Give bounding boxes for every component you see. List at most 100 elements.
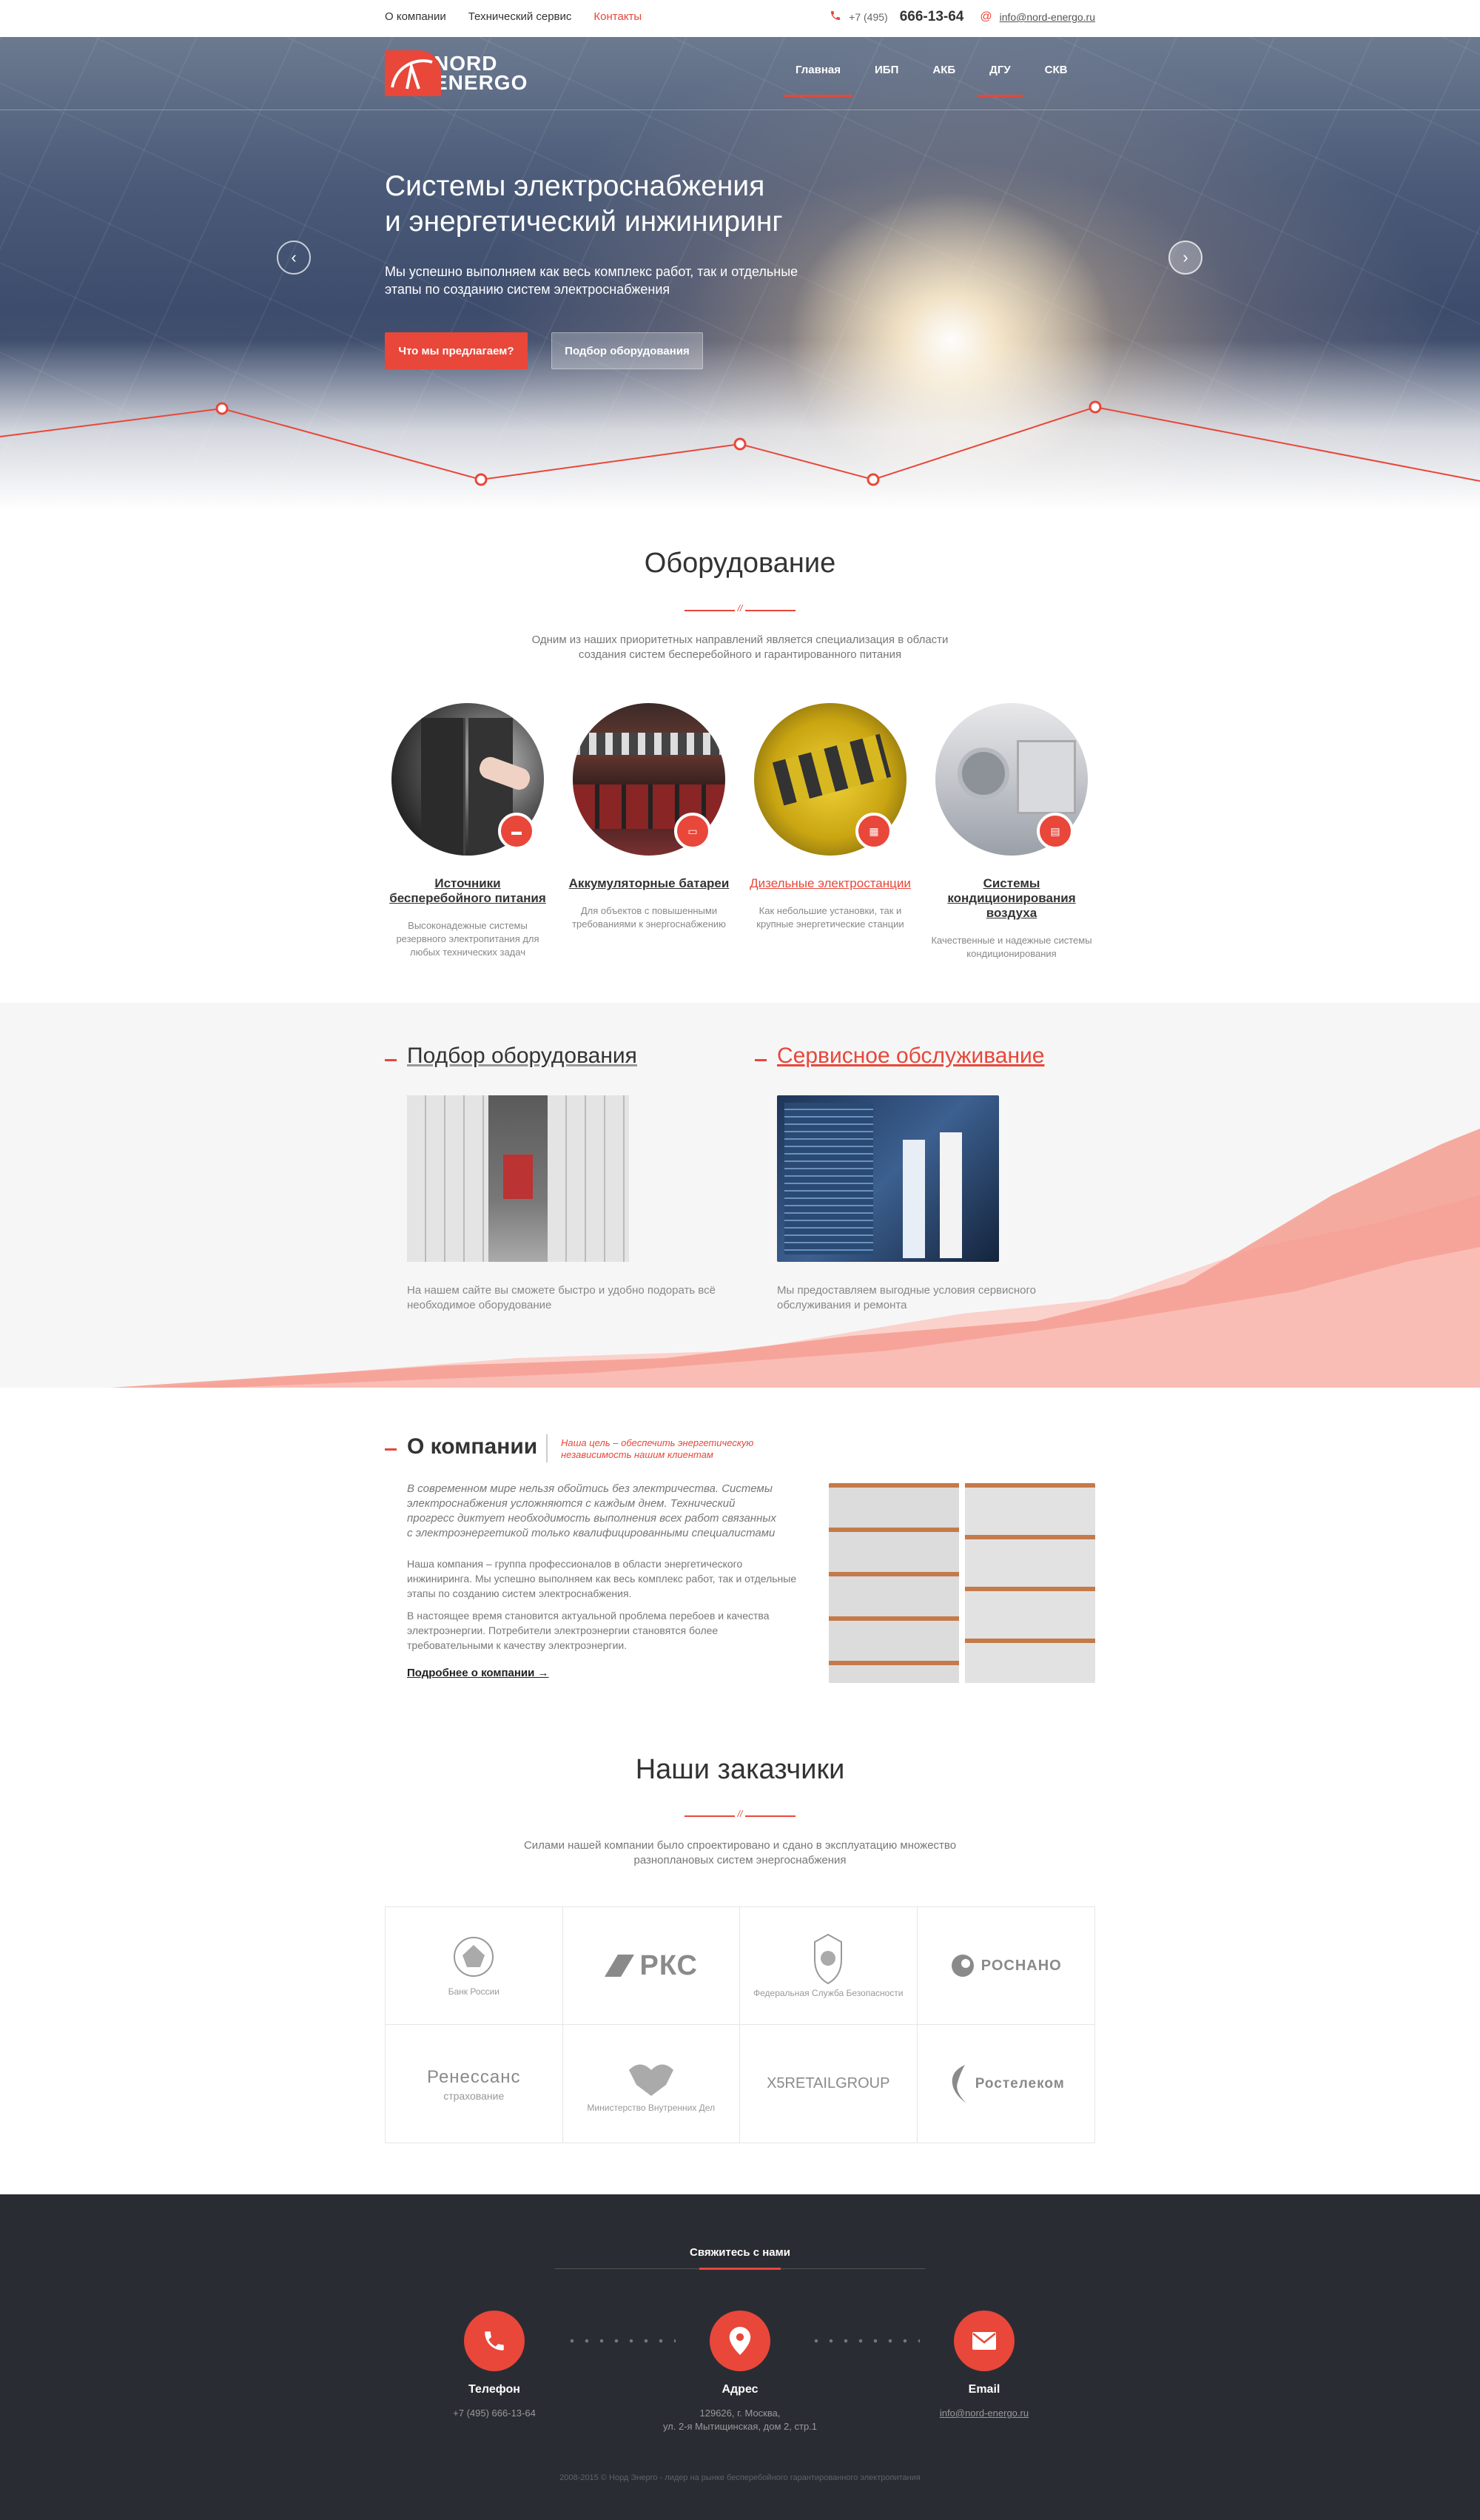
equipment-name-generators[interactable]: Дизельные электростанции <box>749 876 912 891</box>
location-pin-icon <box>729 2327 751 2355</box>
footer-dots <box>809 2339 920 2343</box>
top-phone-number: 666-13-64 <box>899 9 964 24</box>
ac-icon: ▤ <box>1037 813 1074 850</box>
client-logo-rosnano[interactable]: РОСНАНО <box>917 1907 1094 2025</box>
equipment-desc-generators: Как небольшие установки, так и крупные э… <box>756 905 904 930</box>
about-dash <box>385 1448 397 1451</box>
hero-title: Системы электроснабжения и энергетически… <box>385 169 977 240</box>
services-band <box>0 1003 1480 1388</box>
client-logo-rostelecom[interactable]: Ростелеком <box>918 2025 1095 2143</box>
equipment-description: Одним из наших приоритетных направлений … <box>531 634 949 661</box>
slider-prev-button[interactable]: ‹ <box>277 241 311 275</box>
what-we-offer-button[interactable]: Что мы предлагаем? <box>385 332 528 369</box>
about-photo <box>829 1483 1095 1683</box>
client-logo-fsb[interactable]: Федеральная Служба Безопасности <box>740 1907 918 2025</box>
at-icon: @ <box>980 10 992 23</box>
equipment-title: Оборудование <box>644 548 836 579</box>
equipment-card-ups[interactable]: ▬ Источники бесперебойного питания Высок… <box>386 703 549 959</box>
generator-icon: ▦ <box>855 813 892 850</box>
equipment-card-generators[interactable]: ▦ Дизельные электростанции Как небольшие… <box>749 703 912 931</box>
client-logo-text: Банк России <box>448 1986 500 1997</box>
nav-batteries[interactable]: АКБ <box>932 64 955 97</box>
clients-description: Силами нашей компании было спроектирован… <box>523 1839 957 1867</box>
band-dash <box>755 1059 767 1061</box>
service-maintenance-title[interactable]: Сервисное обслуживание <box>777 1044 1045 1069</box>
hero-subtitle: Мы успешно выполняем как весь комплекс р… <box>385 264 798 297</box>
footer-phone-value[interactable]: +7 (495) 666-13-64 <box>383 2407 605 2420</box>
slider-next-button[interactable]: › <box>1168 241 1202 275</box>
service-maintenance-photo[interactable] <box>777 1095 999 1262</box>
equipment-selection-photo[interactable] <box>407 1095 629 1262</box>
equipment-card-batteries[interactable]: ▭ Аккумуляторные батареи Для объектов с … <box>568 703 730 931</box>
graph-point <box>867 473 880 486</box>
equipment-desc-batteries: Для объектов с повышенными требованиями … <box>572 905 726 930</box>
equipment-card-ac[interactable]: ▤ Системы кондиционирования воздуха Каче… <box>930 703 1093 961</box>
top-nav-about[interactable]: О компании <box>385 10 446 23</box>
about-title: О компании <box>407 1434 538 1459</box>
top-email-link[interactable]: info@nord-energo.ru <box>1000 11 1095 23</box>
about-paragraph-2: В настоящее время становится актуальной … <box>407 1610 770 1651</box>
phone-icon <box>485 2331 504 2351</box>
envelope-icon <box>972 2332 996 2350</box>
client-logo-bank-of-russia[interactable]: Банк России <box>386 1907 563 2025</box>
nav-ac[interactable]: СКВ <box>1045 64 1068 97</box>
logo-text: NORD ENERGO <box>434 53 528 94</box>
band-dash <box>385 1059 397 1061</box>
address-contact-button[interactable] <box>710 2311 770 2371</box>
nav-generators[interactable]: ДГУ <box>978 64 1022 97</box>
graph-point <box>1089 400 1102 414</box>
hero-title-line1: Системы электроснабжения <box>385 170 765 202</box>
equipment-desc-ups: Высоконадежные системы резервного электр… <box>396 920 539 958</box>
eagle-emblem-icon <box>454 1937 494 1977</box>
top-phone-prefix: +7 (495) <box>849 11 888 23</box>
footer-email-label: Email <box>968 2383 1000 2396</box>
footer-address-label: Адрес <box>722 2383 758 2396</box>
client-logo-text: Ренессанс <box>426 2066 521 2087</box>
nav-home[interactable]: Главная <box>783 64 853 97</box>
shield-emblem-icon <box>814 1933 843 1985</box>
logo-mark-icon <box>385 50 441 96</box>
top-contacts: +7 (495) 666-13-64 @ info@nord-energo.ru <box>830 9 1095 25</box>
footer-title: Свяжитесь с нами <box>690 2246 790 2259</box>
hero-title-line2: и энергетический инжиниринг <box>385 206 783 238</box>
client-logo-renaissance[interactable]: Ренессанс страхование <box>386 2025 563 2143</box>
top-bar: О компании Технический сервис Контакты +… <box>0 0 1480 37</box>
equipment-selection-button[interactable]: Подбор оборудования <box>551 332 703 369</box>
equipment-name-ups[interactable]: Источники бесперебойного питания <box>386 876 549 906</box>
footer-address-line1: 129626, г. Москва, <box>699 2408 781 2419</box>
footer-dots <box>565 2339 676 2343</box>
equipment-selection-title[interactable]: Подбор оборудования <box>407 1044 637 1069</box>
top-nav-contacts[interactable]: Контакты <box>593 10 642 23</box>
logo[interactable]: NORD ENERGO <box>385 50 528 96</box>
top-nav-service[interactable]: Технический сервис <box>468 10 572 23</box>
section-divider <box>684 603 796 616</box>
logo-line2: ENERGO <box>434 71 528 94</box>
equipment-name-ac[interactable]: Системы кондиционирования воздуха <box>930 876 1093 921</box>
top-phone[interactable]: +7 (495) 666-13-64 <box>830 9 963 25</box>
eagle-emblem-icon <box>628 2064 673 2096</box>
about-more-link[interactable]: Подробнее о компании → <box>407 1667 549 1679</box>
rks-mark-icon <box>604 1955 634 1977</box>
chevron-right-icon: › <box>1183 248 1188 266</box>
graph-point <box>474 473 488 486</box>
footer-divider <box>555 2268 925 2270</box>
main-nav: Главная ИБП АКБ ДГУ СКВ <box>783 64 1068 97</box>
footer-email-value[interactable]: info@nord-energo.ru <box>873 2407 1095 2420</box>
nav-ups[interactable]: ИБП <box>875 64 898 97</box>
equipment-name-batteries[interactable]: Аккумуляторные батареи <box>568 876 730 891</box>
client-logo-text: РКС <box>639 1949 698 1981</box>
top-email[interactable]: @ info@nord-energo.ru <box>980 10 1095 24</box>
graph-point <box>215 402 229 415</box>
client-logo-rks[interactable]: РКС <box>562 1907 740 2025</box>
chevron-left-icon: ‹ <box>291 248 297 266</box>
hero-line-graph <box>0 400 1480 486</box>
ups-icon: ▬ <box>498 813 535 850</box>
client-logo-text: Министерство Внутренних Дел <box>587 2102 716 2113</box>
email-contact-button[interactable] <box>954 2311 1015 2371</box>
client-logo-x5[interactable]: X5RETAILGROUP <box>740 2025 918 2143</box>
equipment-desc-ac: Качественные и надежные системы кондицио… <box>931 935 1092 959</box>
copyright: 2008-2015 © Норд Энерго - лидер на рынке… <box>559 2473 921 2482</box>
client-logo-text: РОСНАНО <box>980 1957 1062 1974</box>
client-logo-mvd[interactable]: Министерство Внутренних Дел <box>563 2025 740 2143</box>
phone-contact-button[interactable] <box>464 2311 525 2371</box>
